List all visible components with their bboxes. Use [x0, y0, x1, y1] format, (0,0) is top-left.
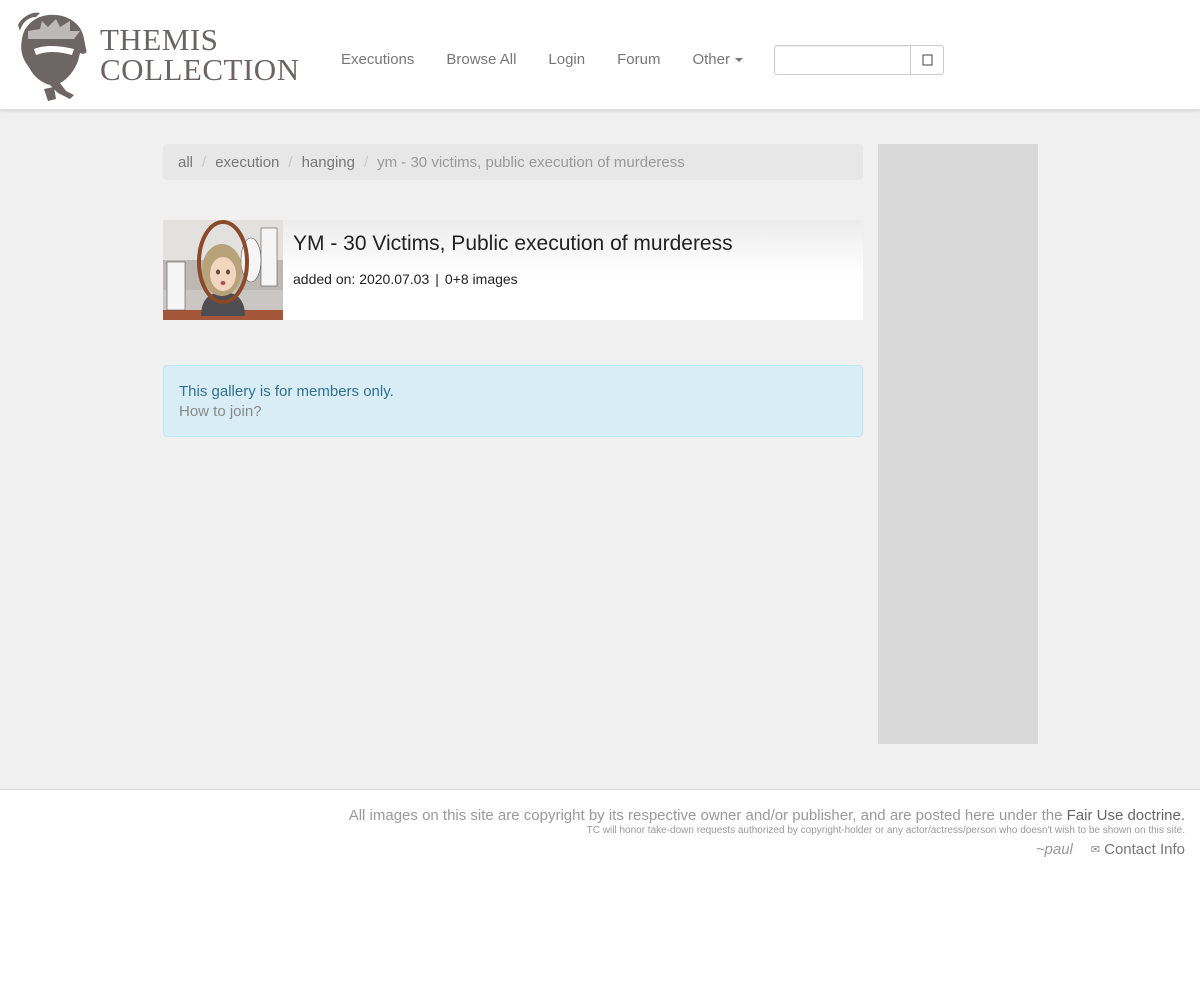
nav-browse-all[interactable]: Browse All: [430, 0, 532, 120]
members-only-alert: This gallery is for members only. How to…: [163, 365, 863, 437]
search-button[interactable]: [910, 45, 944, 75]
footer-signature-row: ~paul ✉ Contact Info: [1036, 841, 1185, 858]
breadcrumb: all / execution / hanging / ym - 30 vict…: [163, 144, 863, 180]
fair-use-link[interactable]: Fair Use doctrine.: [1067, 807, 1185, 824]
nav-executions[interactable]: Executions: [325, 0, 430, 120]
how-to-join-link[interactable]: How to join?: [179, 402, 847, 422]
copyright-text: All images on this site are copyright by…: [348, 807, 1063, 824]
main-nav: Executions Browse All Login Forum Other: [325, 0, 759, 120]
breadcrumb-execution[interactable]: execution: [215, 154, 279, 171]
breadcrumb-separator: /: [363, 153, 369, 171]
gallery-thumbnail-image: [163, 220, 283, 320]
added-label: added on:: [293, 271, 356, 287]
nav-login[interactable]: Login: [532, 0, 601, 120]
themis-head-icon: [18, 12, 87, 101]
logo-wordmark: THEMIS COLLECTION: [100, 21, 300, 87]
search-icon: [922, 54, 932, 66]
signature: ~paul: [1035, 841, 1073, 858]
gallery-card: YM - 30 Victims, Public execution of mur…: [163, 220, 863, 320]
breadcrumb-separator: /: [202, 153, 207, 171]
image-count: 0+8 images: [444, 271, 518, 287]
nav-other-dropdown[interactable]: Other: [676, 0, 759, 120]
sidebar-placeholder: [878, 144, 1038, 744]
site-header: THEMIS COLLECTION Executions Browse All …: [0, 0, 1200, 110]
search-input[interactable]: [774, 45, 911, 75]
logo-line-1: THEMIS: [100, 21, 219, 57]
nav-forum[interactable]: Forum: [601, 0, 676, 120]
site-footer: All images on this site are copyright by…: [0, 790, 1200, 1000]
copyright-notice: All images on this site are copyright by…: [349, 807, 1185, 824]
breadcrumb-separator: /: [288, 153, 293, 171]
gallery-thumbnail[interactable]: [163, 220, 283, 320]
contact-label: Contact Info: [1104, 841, 1185, 858]
members-only-message: This gallery is for members only.: [179, 383, 394, 400]
breadcrumb-all[interactable]: all: [178, 154, 193, 171]
breadcrumb-hanging[interactable]: hanging: [302, 154, 355, 171]
logo-line-2: COLLECTION: [100, 52, 300, 87]
envelope-icon: ✉: [1090, 844, 1101, 856]
gallery-meta: added on: 2020.07.03 | 0+8 images: [293, 271, 518, 287]
takedown-note: TC will honor take-down requests authori…: [586, 825, 1185, 836]
nav-other-label: Other: [692, 51, 730, 68]
added-date: 2020.07.03: [359, 271, 430, 287]
meta-divider: |: [435, 271, 439, 287]
gallery-title[interactable]: YM - 30 Victims, Public execution of mur…: [293, 232, 733, 256]
breadcrumb-current: ym - 30 victims, public execution of mur…: [377, 153, 685, 171]
contact-info-link[interactable]: ✉ Contact Info: [1091, 841, 1185, 858]
caret-down-icon: [734, 58, 743, 63]
site-logo[interactable]: THEMIS COLLECTION: [14, 8, 299, 102]
